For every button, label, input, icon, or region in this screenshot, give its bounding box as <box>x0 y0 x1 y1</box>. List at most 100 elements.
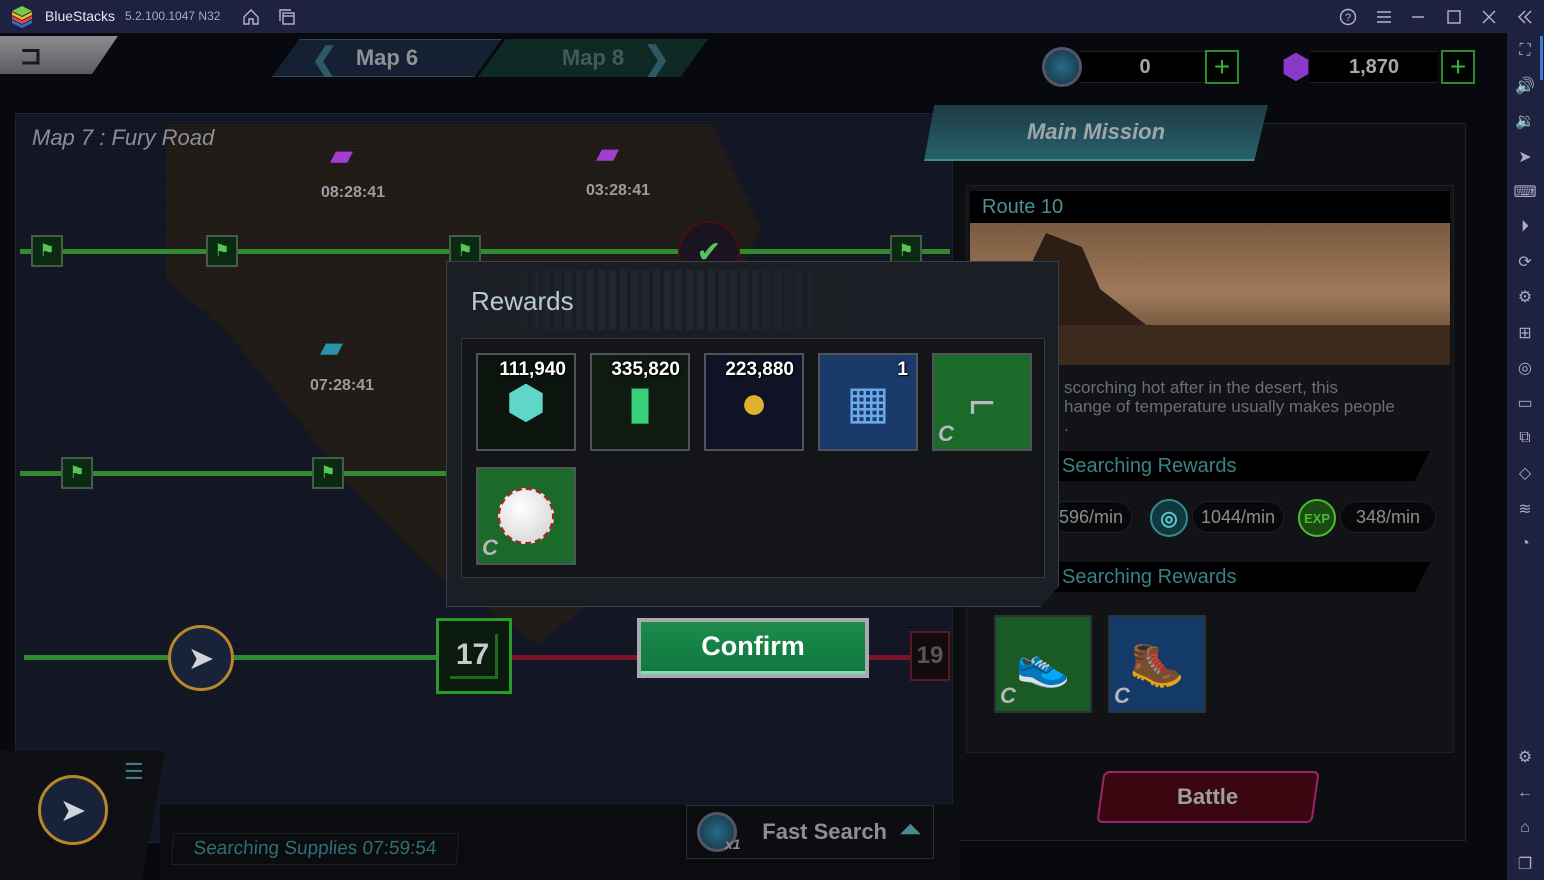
weapon-supply-icon[interactable]: ▰ <box>330 141 353 171</box>
speed-icon[interactable]: ◔ <box>1515 534 1535 554</box>
supply-timer: 03:28:41 <box>586 182 651 199</box>
resize-icon[interactable]: ⧉ <box>1515 428 1535 448</box>
reward-item-blueprint[interactable]: ▦ 1 <box>818 353 918 451</box>
folder-icon[interactable]: ▭ <box>1515 393 1535 413</box>
reward-item-canister[interactable]: ▮ 335,820 <box>590 353 690 451</box>
searching-rewards-header: Searching Rewards <box>1050 451 1430 481</box>
sneaker-icon: 👟 <box>1015 640 1071 689</box>
tickets-value: 0 <box>1080 51 1210 83</box>
rewards-title: Rewards <box>471 286 574 316</box>
flag-node[interactable]: ⚑ <box>31 235 63 267</box>
game-viewport: Map 7 : Fury Road ⚑ ⚑ ⚑ ⚑ ⚑ ⚑ ✔ ▰ 08:28:… <box>0 33 1507 880</box>
back-arrow-icon: ⊐ <box>20 39 42 70</box>
rewards-grid: ⬢ 111,940 ▮ 335,820 ● 223,880 ▦ 1 ⌐ C C <box>461 338 1045 578</box>
chevron-right-icon: ❯ <box>643 40 670 76</box>
next-map-tab[interactable]: Map 8 ❯ <box>478 39 708 77</box>
settings-icon[interactable]: ⚙ <box>1515 747 1535 767</box>
flag-node[interactable]: ⚑ <box>206 235 238 267</box>
supply-timer: 07:28:41 <box>310 377 375 394</box>
emulator-sidebar: ⛶ 🔊 🔉 ➤ ⌨ ⏵ ⟳ ⚙ ⊞ ◎ ▭ ⧉ ◇ ≋ ◔ ⚙ ← ⌂ ❐ <box>1507 33 1544 880</box>
screenshot-icon[interactable]: ◎ <box>1515 358 1535 378</box>
boot-icon: 🥾 <box>1129 640 1185 689</box>
chevron-left-icon: ❮ <box>311 41 338 77</box>
rotate-icon[interactable]: ⟳ <box>1515 252 1535 272</box>
route-description: scorching hot after in the desert, this … <box>1064 378 1395 435</box>
prev-map-tab[interactable]: ❮ Map 6 <box>272 39 502 77</box>
add-tickets-button[interactable]: + <box>1205 50 1239 84</box>
flag-icon: ⚑ <box>69 463 85 482</box>
install-apk-icon[interactable]: ⊞ <box>1515 323 1535 343</box>
home-icon[interactable] <box>241 7 261 27</box>
canister-icon: ▮ <box>627 376 653 428</box>
chip-icon: ⬢ <box>505 376 547 428</box>
supply-timer: 08:28:41 <box>321 184 386 201</box>
flag-icon: ⚑ <box>320 463 336 482</box>
flag-icon: ⚑ <box>898 241 914 260</box>
reward-item-ball[interactable]: C <box>476 467 576 565</box>
multi-instance-icon[interactable] <box>277 7 297 27</box>
fast-search-button[interactable]: x1 Fast Search ⏶ <box>686 805 934 859</box>
weapon-supply-icon[interactable]: ▰ <box>320 333 343 363</box>
reward-item-chip[interactable]: ⬢ 111,940 <box>476 353 576 451</box>
navigator-compass-button[interactable]: ➤ <box>38 775 108 845</box>
gems-value: 1,870 <box>1310 51 1438 83</box>
possible-reward-sneaker[interactable]: 👟 C <box>994 615 1092 713</box>
stage-node-locked[interactable]: 19 <box>910 631 950 681</box>
svg-text:?: ? <box>1345 12 1351 24</box>
reward-item-revolver[interactable]: ⌐ C <box>932 353 1032 451</box>
app-name: BlueStacks <box>45 8 116 24</box>
pointer-icon[interactable]: ➤ <box>1515 147 1535 167</box>
fullscreen-icon[interactable]: ⛶ <box>1515 41 1535 61</box>
map-title: Map 7 : Fury Road <box>32 125 215 150</box>
record-icon[interactable]: ⏵ <box>1515 217 1535 237</box>
bluestacks-logo-icon <box>12 6 32 28</box>
recent-apps-icon[interactable]: ❐ <box>1515 854 1535 874</box>
keyboard-icon[interactable]: ⌨ <box>1513 182 1536 202</box>
reward-item-coins[interactable]: ● 223,880 <box>704 353 804 451</box>
shake-icon[interactable]: ◇ <box>1515 463 1535 483</box>
rate-exp: 348/min <box>1340 501 1436 533</box>
flag-icon: ⚑ <box>39 241 55 260</box>
flag-node[interactable]: ⚑ <box>312 457 344 489</box>
rate-parts: 1044/min <box>1192 501 1284 533</box>
home-icon[interactable]: ⌂ <box>1515 818 1535 838</box>
add-gems-button[interactable]: + <box>1441 50 1475 84</box>
minimize-icon[interactable] <box>1408 7 1428 27</box>
search-status: Searching Supplies 07:59:54 <box>170 833 460 865</box>
coins-icon: ● <box>740 376 768 428</box>
main-mission-tab[interactable]: Main Mission <box>924 105 1268 161</box>
confirm-button[interactable]: Confirm <box>637 618 869 678</box>
rewards-dialog: Rewards ⬢ 111,940 ▮ 335,820 ● 223,880 ▦ … <box>446 261 1059 607</box>
back-button[interactable]: ⊐ <box>0 36 118 74</box>
ball-icon <box>498 488 554 544</box>
battle-button[interactable]: Battle <box>1096 771 1320 823</box>
route-line <box>20 249 950 254</box>
weapon-supply-icon[interactable]: ▰ <box>596 139 619 169</box>
revolver-icon: ⌐ <box>968 376 996 428</box>
fast-search-ticket-icon <box>1042 47 1082 87</box>
flag-icon: ⚑ <box>457 241 473 260</box>
player-position-icon: ➤ <box>168 625 234 691</box>
flag-node[interactable]: ⚑ <box>61 457 93 489</box>
help-icon[interactable]: ? <box>1338 7 1358 27</box>
double-chevron-up-icon: ⏶ <box>900 814 921 844</box>
flag-icon: ⚑ <box>214 241 230 260</box>
back-icon[interactable]: ← <box>1515 783 1535 803</box>
route-title: Route 10 <box>970 191 1450 223</box>
close-icon[interactable] <box>1479 7 1499 27</box>
stage-node-current[interactable]: 17 <box>436 618 512 694</box>
maximize-icon[interactable] <box>1444 7 1464 27</box>
volume-up-icon[interactable]: 🔊 <box>1515 76 1535 96</box>
macro-icon[interactable]: ⚙ <box>1515 287 1535 307</box>
parts-icon: ◎ <box>1150 499 1188 537</box>
menu-icon[interactable] <box>1374 7 1394 27</box>
collapse-sidebar-icon[interactable] <box>1515 7 1535 27</box>
layers-icon[interactable]: ≋ <box>1515 499 1535 519</box>
list-icon[interactable]: ☰ <box>124 759 144 785</box>
volume-down-icon[interactable]: 🔉 <box>1515 111 1535 131</box>
possible-reward-boot[interactable]: 🥾 C <box>1108 615 1206 713</box>
possible-rewards-header: Searching Rewards <box>1050 562 1430 592</box>
blueprint-icon: ▦ <box>846 376 890 428</box>
gem-icon: ⬢ <box>1281 48 1311 86</box>
exp-icon: EXP <box>1298 499 1336 537</box>
